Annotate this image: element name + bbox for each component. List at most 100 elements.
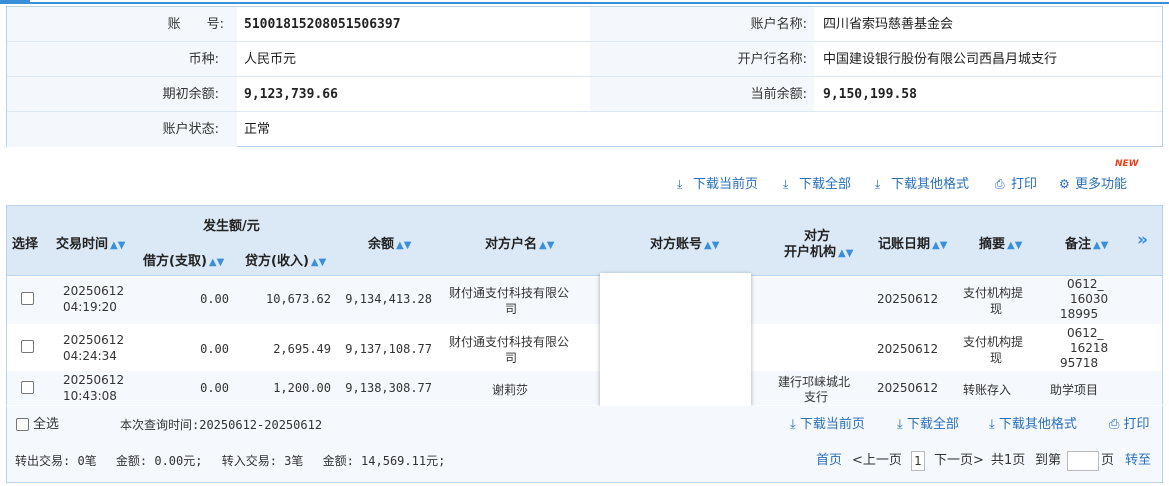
info-row-currency: 币种: 人民币元 开户行名称: 中国建设银行股份有限公司西昌月城支行 xyxy=(7,42,1162,77)
footer-download-all-button[interactable]: ⤓ 下载全部 xyxy=(897,415,959,435)
col-party-name[interactable]: 对方户名 ▲▼ xyxy=(485,233,554,252)
col-debit-label: 借方(支取) xyxy=(143,254,207,269)
row-checkbox[interactable] xyxy=(21,292,34,305)
row-balance: 9,138,308.77 xyxy=(345,381,432,395)
row-credit: 2,695.49 xyxy=(273,342,331,356)
redaction-mask xyxy=(600,273,751,406)
download-icon: ⤓ xyxy=(989,417,999,432)
row-date: 20250612 xyxy=(63,284,125,298)
new-badge: NEW xyxy=(1115,159,1139,169)
col-remark[interactable]: 备注 ▲▼ xyxy=(1065,233,1108,252)
row-time: 10:43:08 xyxy=(63,389,117,403)
next-page-link[interactable]: 下一页> xyxy=(934,451,984,471)
download-all-button[interactable]: ⤓ 下载全部 xyxy=(783,172,851,197)
account-no-label: 账 号: xyxy=(167,17,224,32)
info-row-account: 账 号: 51001815208051506397 账户名称: 四川省索玛慈善基… xyxy=(7,7,1162,42)
table-row: 20250612 10:43:08 0.00 1,200.00 9,138,30… xyxy=(7,371,1162,405)
row-remark: 助学项目 xyxy=(1050,383,1099,397)
currency-label: 币种: xyxy=(188,52,219,67)
col-party-account[interactable]: 对方账号 ▲▼ xyxy=(650,233,719,252)
top-toolbar: ⤓ 下载当前页 ⤓ 下载全部 ⤓ 下载其他格式 ⎙ 打印 ⚙ 更多功能 xyxy=(0,172,1169,196)
row-date: 20250612 xyxy=(63,333,125,347)
account-name-value: 四川省索玛慈善基金会 xyxy=(823,17,954,32)
top-tab-bar xyxy=(0,0,1169,4)
row-party-name: 谢莉莎 xyxy=(492,383,529,397)
row-date: 20250612 xyxy=(63,373,125,387)
row-remark: 0612_ xyxy=(1067,326,1104,340)
print-button[interactable]: ⎙ 打印 xyxy=(995,172,1037,197)
sort-icon: ▲▼ xyxy=(1093,240,1109,251)
select-all-label: 全选 xyxy=(33,417,60,432)
row-party-name: 财付通支付科技有限公 xyxy=(449,335,570,349)
query-range: 本次查询时间:20250612-20250612 xyxy=(120,418,323,432)
col-remark-label: 备注 xyxy=(1065,237,1092,252)
current-balance-value: 9,150,199.58 xyxy=(823,87,917,102)
row-party-name-cont: 司 xyxy=(505,302,518,316)
download-other-format-button[interactable]: ⤓ 下载其他格式 xyxy=(875,172,969,197)
footer-print-button[interactable]: ⎙ 打印 xyxy=(1109,415,1150,435)
select-all-checkbox[interactable] xyxy=(16,418,29,431)
row-post-date: 20250612 xyxy=(877,381,939,395)
printer-icon: ⎙ xyxy=(1109,417,1124,432)
row-summary-cont: 现 xyxy=(990,302,1003,316)
first-page-link[interactable]: 首页 xyxy=(816,451,842,471)
goto-button[interactable]: 转至 xyxy=(1125,451,1151,471)
account-info-panel: 账 号: 51001815208051506397 账户名称: 四川省索玛慈善基… xyxy=(6,6,1163,147)
more-functions-button[interactable]: ⚙ 更多功能 xyxy=(1059,172,1127,197)
col-time[interactable]: 交易时间 ▲▼ xyxy=(56,233,125,252)
row-party-name-cont: 司 xyxy=(505,351,518,365)
row-summary: 转账存入 xyxy=(963,383,1012,397)
page-unit-label: 页 xyxy=(1101,453,1115,468)
col-party-name-label: 对方户名 xyxy=(485,237,538,252)
sort-icon: ▲▼ xyxy=(704,240,720,251)
row-time: 04:19:20 xyxy=(63,300,117,314)
footer-download-page-label: 下载当前页 xyxy=(799,417,865,432)
footer-download-other-button[interactable]: ⤓ 下载其他格式 xyxy=(989,415,1077,435)
sort-icon: ▲▼ xyxy=(1007,240,1023,251)
currency-value: 人民币元 xyxy=(244,52,297,67)
opening-balance-label: 期初余额: xyxy=(162,87,219,102)
printer-icon: ⎙ xyxy=(995,177,1005,191)
transaction-summary: 转出交易: 0笔 金额: 0.00元; 转入交易: 3笔 金额: 14,569.… xyxy=(15,454,446,468)
tab-underline xyxy=(0,2,1169,4)
current-balance-label: 当前余额: xyxy=(750,87,807,102)
table-row: 20250612 04:19:20 0.00 10,673.62 9,134,4… xyxy=(7,277,1162,324)
expand-columns-icon[interactable]: » xyxy=(1137,230,1148,250)
col-debit[interactable]: 借方(支取) ▲▼ xyxy=(143,250,224,269)
col-party-account-label: 对方账号 xyxy=(650,237,703,252)
col-credit[interactable]: 贷方(收入) ▲▼ xyxy=(245,250,326,269)
col-party-bank[interactable]: 开户机构 ▲▼ xyxy=(784,241,853,260)
opening-balance-value: 9,123,739.66 xyxy=(244,87,338,102)
table-header: 选择 交易时间 ▲▼ 发生额/元 借方(支取) ▲▼ 贷方(收入) ▲▼ 余额 ▲▼ 对… xyxy=(7,206,1162,276)
info-row-balance: 期初余额: 9,123,739.66 当前余额: 9,150,199.58 xyxy=(7,77,1162,112)
col-balance[interactable]: 余额 ▲▼ xyxy=(368,233,411,252)
bank-value: 中国建设银行股份有限公司西昌月城支行 xyxy=(823,52,1058,67)
download-page-button[interactable]: ⤓ 下载当前页 xyxy=(677,172,758,197)
gear-icon: ⚙ xyxy=(1059,177,1070,191)
current-page-box: 1 xyxy=(911,451,925,471)
row-checkbox[interactable] xyxy=(21,340,34,353)
download-other-label: 下载其他格式 xyxy=(891,177,970,192)
prev-page-link[interactable]: <上一页 xyxy=(852,451,902,471)
active-tab-indicator[interactable] xyxy=(0,0,30,4)
sort-icon: ▲▼ xyxy=(932,240,948,251)
account-no-value: 51001815208051506397 xyxy=(244,17,401,32)
account-name-label: 账户名称: xyxy=(750,17,807,32)
row-time: 04:24:34 xyxy=(63,349,117,363)
table-footer: 全选 本次查询时间:20250612-20250612 ⤓ 下载当前页 ⤓ 下载… xyxy=(6,406,1163,483)
col-post-date[interactable]: 记账日期 ▲▼ xyxy=(878,233,947,252)
print-label: 打印 xyxy=(1011,177,1038,192)
download-icon: ⤓ xyxy=(783,177,789,191)
col-amount-group: 发生额/元 xyxy=(203,219,260,234)
download-page-label: 下载当前页 xyxy=(693,177,759,192)
col-select: 选择 xyxy=(12,237,39,252)
row-checkbox[interactable] xyxy=(21,381,34,394)
download-icon: ⤓ xyxy=(790,417,800,432)
row-summary: 支付机构提 xyxy=(963,286,1024,300)
status-label: 账户状态: xyxy=(162,122,219,137)
total-pages: 共1页 xyxy=(991,453,1026,468)
footer-download-page-button[interactable]: ⤓ 下载当前页 xyxy=(790,415,865,435)
goto-page-input[interactable] xyxy=(1067,451,1099,471)
footer-download-all-label: 下载全部 xyxy=(906,417,959,432)
col-summary[interactable]: 摘要 ▲▼ xyxy=(979,233,1022,252)
